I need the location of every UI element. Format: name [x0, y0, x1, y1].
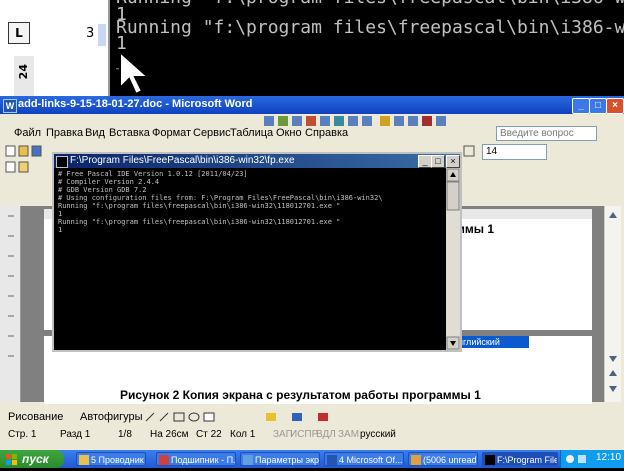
start-label: пуск	[22, 452, 49, 466]
font-size-select[interactable]: 14	[482, 144, 547, 160]
status-bar: Стр. 1 Разд 1 1/8 На 26см Ст 22 Кол 1 ЗА…	[0, 427, 624, 441]
console-line: # Compiler Version 2.4.4	[58, 178, 160, 186]
console-line: Running "f:\program files\freepascal\bin…	[58, 218, 341, 226]
toolbar-icons-left	[5, 145, 42, 157]
word-title: add-links-9-15-18-01-27.doc - Microsoft …	[18, 98, 253, 110]
tray-icons[interactable]	[565, 453, 595, 465]
menu-format[interactable]: Формат	[152, 127, 191, 139]
task-label: (5006 unread) -...	[423, 455, 478, 465]
taskbar-button[interactable]: 4 Microsoft Of...	[324, 452, 404, 466]
menu-edit[interactable]: Правка	[46, 127, 83, 139]
mail-icon	[411, 455, 421, 465]
word-app-icon: W	[3, 99, 17, 113]
menu-tools[interactable]: Сервис	[193, 127, 231, 139]
menu-window[interactable]: Окно	[276, 127, 302, 139]
mouse-pointer-icon	[119, 50, 151, 96]
status-col: Кол 1	[230, 429, 256, 440]
menu-file[interactable]: Файл	[14, 127, 41, 139]
console-icon	[56, 156, 68, 168]
drawing-toolbar: Рисование Автофигуры	[0, 410, 624, 424]
status-page: Стр. 1	[8, 429, 37, 440]
drawing-menu-button[interactable]: Рисование	[8, 411, 63, 423]
taskbar-button[interactable]: Подшипник - П...	[156, 452, 236, 466]
menu-table[interactable]: Таблица	[230, 127, 273, 139]
status-pages: 1/8	[118, 429, 132, 440]
task-label: 4 Microsoft Of...	[339, 455, 403, 465]
fp-title-bar[interactable]: F:\Program Files\FreePascal\bin\i386-win…	[54, 154, 460, 168]
status-trk[interactable]: ИСПР	[290, 429, 318, 440]
toolbar-icon[interactable]	[462, 145, 480, 157]
fp-close-button[interactable]: ×	[446, 155, 460, 168]
fp-title: F:\Program Files\FreePascal\bin\i386-win…	[70, 155, 295, 166]
menu-view[interactable]: Вид	[85, 127, 105, 139]
status-ovr[interactable]: ЗАМ	[338, 429, 359, 440]
folder-icon	[79, 455, 89, 465]
tab-selector-button[interactable]: L	[8, 22, 30, 44]
word-icon	[327, 455, 337, 465]
task-label: Подшипник - П...	[171, 455, 236, 465]
status-section: Разд 1	[60, 429, 91, 440]
taskbar-button-active[interactable]: F:\Program Files...	[482, 452, 558, 466]
fp-scrollbar[interactable]	[446, 168, 460, 350]
fp-minimize-button[interactable]: _	[418, 155, 432, 168]
fp-scrollbar-arrows	[446, 168, 460, 350]
status-language: русский	[360, 429, 396, 440]
taskbar-button[interactable]: (5006 unread) -...	[408, 452, 478, 466]
ruler-label: 24	[17, 64, 30, 80]
console-icon	[485, 455, 495, 465]
fp-console-window: F:\Program Files\FreePascal\bin\i386-win…	[52, 152, 462, 352]
browser-icon	[159, 455, 169, 465]
console-line: 1	[58, 210, 63, 218]
console-line: 1	[58, 226, 63, 234]
console-line: Running "f:\program files\freepascal\bin…	[58, 202, 341, 210]
console-line: # Using configuration files from: F:\Pro…	[58, 194, 383, 202]
status-line: Ст 22	[196, 429, 222, 440]
menu-help[interactable]: Справка	[305, 127, 348, 139]
settings-icon	[243, 455, 253, 465]
vertical-ruler-ticks	[8, 215, 14, 357]
taskbar-button[interactable]: Параметры экр...	[240, 452, 320, 466]
status-ext[interactable]: ВДЛ	[316, 429, 336, 440]
minimize-button[interactable]: _	[572, 98, 590, 114]
windows-logo-icon	[6, 453, 18, 465]
spin-arrows[interactable]	[98, 24, 106, 46]
help-search-input[interactable]: Введите вопрос	[496, 126, 597, 141]
word-title-bar[interactable]: W add-links-9-15-18-01-27.doc - Microsof…	[0, 96, 624, 114]
drawing-tool-icons[interactable]	[142, 411, 402, 423]
clock: 12:10	[596, 452, 622, 463]
fp-maximize-button[interactable]: □	[431, 155, 445, 168]
status-at: На 26см	[150, 429, 189, 440]
zoom-spin-value: 3	[86, 26, 95, 41]
zoom-console-line: Running "f:\program files\freepascal\bin…	[116, 0, 624, 8]
menu-insert[interactable]: Вставка	[109, 127, 150, 139]
task-label: 5 Проводник	[91, 455, 144, 465]
vertical-ruler	[0, 206, 21, 402]
zoomed-word-ruler: L 3 24	[0, 0, 110, 96]
taskbar: пуск 5 Проводник Подшипник - П... Параме…	[0, 450, 624, 468]
toolbar-icons-left2	[5, 161, 29, 173]
autoshapes-button[interactable]: Автофигуры	[80, 411, 143, 423]
scrollbar-arrows	[609, 212, 617, 392]
console-line: # Free Pascal IDE Version 1.0.12 [2011/0…	[58, 170, 248, 178]
console-line: # GDB Version GDB 7.2	[58, 186, 147, 194]
maximize-button[interactable]: □	[589, 98, 607, 114]
start-button[interactable]: пуск	[0, 450, 64, 468]
close-button[interactable]: ×	[606, 98, 624, 114]
zoom-console-line: Running "f:\program files\freepascal\bin…	[116, 17, 624, 38]
task-label: Параметры экр...	[255, 455, 320, 465]
taskbar-button[interactable]: 5 Проводник	[76, 452, 146, 466]
fp-console-output[interactable]: # Free Pascal IDE Version 1.0.12 [2011/0…	[54, 168, 446, 350]
vertical-scrollbar[interactable]	[604, 206, 621, 402]
task-label: F:\Program Files...	[497, 455, 558, 465]
vertical-ruler-zoom: 24	[14, 56, 34, 96]
figure-caption: Рисунок 2 Копия экрана с результатом раб…	[120, 388, 481, 402]
